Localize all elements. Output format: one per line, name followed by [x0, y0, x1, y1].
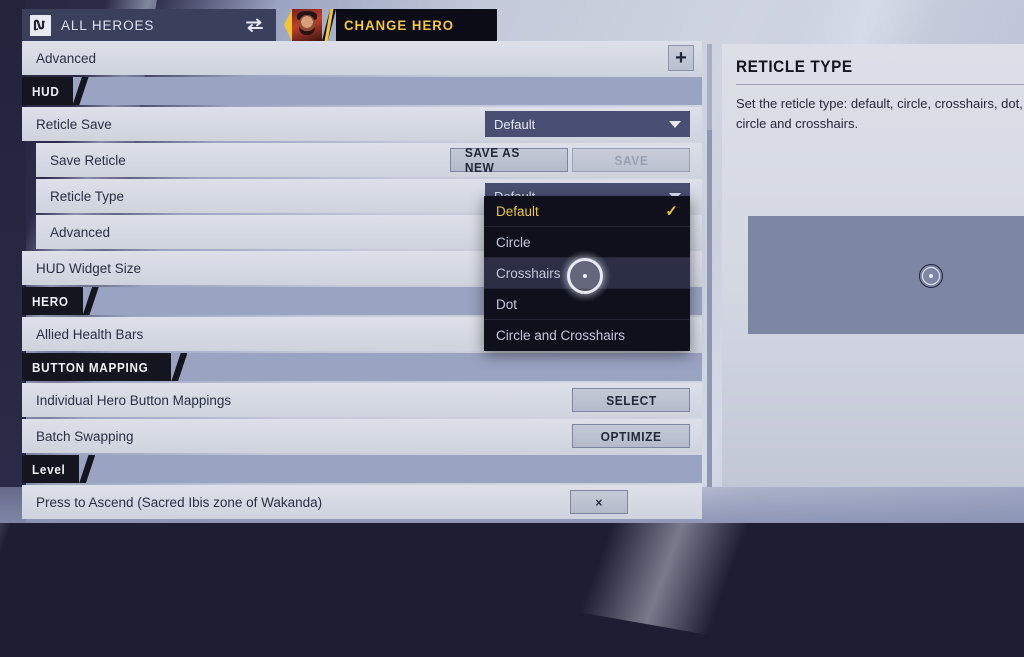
- keybind-control[interactable]: ×: [570, 490, 690, 514]
- section-slash: [171, 353, 188, 381]
- settings-row-label: Batch Swapping: [36, 428, 134, 444]
- change-hero-body[interactable]: CHANGE HERO: [336, 9, 498, 41]
- dropdown-menu-item-label: Default: [496, 203, 539, 219]
- chevron-down-icon: [669, 120, 681, 128]
- dropdown-menu-item[interactable]: Crosshairs: [484, 258, 690, 289]
- section-slash: [72, 77, 89, 105]
- row-action-button[interactable]: SELECT: [572, 388, 690, 412]
- swap-arrows-icon[interactable]: [245, 18, 264, 32]
- all-heroes-label: ALL HEROES: [61, 17, 155, 33]
- settings-row-label: Reticle Save: [36, 116, 112, 132]
- settings-row-label: Save Reticle: [50, 152, 126, 168]
- settings-scrollbar-thumb[interactable]: [707, 130, 712, 487]
- all-heroes-selector[interactable]: ALL HEROES: [22, 9, 276, 41]
- reticle-preview-box: [748, 216, 1024, 334]
- dropdown-menu-item[interactable]: Circle and Crosshairs: [484, 320, 690, 351]
- settings-scrollbar-track[interactable]: [707, 44, 712, 487]
- check-icon: ✓: [665, 203, 678, 220]
- change-hero-button[interactable]: CHANGE HERO: [284, 9, 498, 41]
- dropdown-menu-item-label: Crosshairs: [496, 265, 561, 281]
- settings-row-control: Default: [485, 111, 702, 137]
- settings-section-header: BUTTON MAPPING: [22, 353, 702, 381]
- settings-row-control: SAVE AS NEW SAVE: [450, 145, 702, 175]
- row-action-button[interactable]: OPTIMIZE: [572, 424, 690, 448]
- row-action-label: OPTIMIZE: [600, 428, 662, 444]
- save-button[interactable]: SAVE: [572, 148, 690, 172]
- settings-row-control: SELECT: [572, 388, 702, 412]
- settings-row[interactable]: Advanced +: [22, 41, 702, 75]
- dropdown-value: Default: [494, 116, 536, 132]
- info-panel-description: Set the reticle type: default, circle, c…: [736, 96, 1023, 132]
- section-label: Level: [32, 461, 66, 477]
- settings-row-label: Reticle Type: [50, 188, 125, 204]
- settings-row-control: +: [668, 45, 702, 71]
- section-label: BUTTON MAPPING: [32, 359, 149, 375]
- plus-icon[interactable]: +: [668, 45, 694, 71]
- setting-dropdown[interactable]: Default: [485, 111, 690, 137]
- nexus-glyph-icon: [30, 14, 51, 36]
- section-label: HUD: [32, 83, 60, 99]
- section-tag: Level: [22, 455, 80, 483]
- hero-portrait-avatar: [292, 9, 322, 41]
- save-as-new-button[interactable]: SAVE AS NEW: [450, 145, 568, 175]
- settings-row[interactable]: Save Reticle SAVE AS NEW SAVE: [36, 143, 702, 177]
- dropdown-menu-item[interactable]: Default ✓: [484, 196, 690, 227]
- settings-row-control: ×: [570, 490, 702, 514]
- dropdown-menu-item[interactable]: Circle: [484, 227, 690, 258]
- top-bar: ALL HEROES CHANGE HERO: [22, 9, 498, 41]
- dropdown-menu-item[interactable]: Dot: [484, 289, 690, 320]
- section-slash: [79, 455, 96, 483]
- info-panel-title: RETICLE TYPE: [736, 58, 853, 76]
- dropdown-menu-item-label: Circle and Crosshairs: [496, 328, 626, 343]
- settings-row-label: Individual Hero Button Mappings: [36, 392, 232, 408]
- keybind-value: ×: [595, 494, 603, 510]
- settings-row[interactable]: Reticle Save Default: [22, 107, 702, 141]
- info-panel-divider: [736, 84, 1024, 85]
- section-label: HERO: [32, 293, 69, 309]
- change-hero-label: CHANGE HERO: [344, 17, 455, 33]
- settings-row[interactable]: Press to Ascend (Sacred Ibis zone of Wak…: [22, 485, 702, 519]
- save-label: SAVE: [614, 152, 648, 168]
- settings-section-header: HUD: [22, 77, 702, 105]
- save-as-new-label: SAVE AS NEW: [464, 145, 520, 175]
- change-hero-slash-divider: [322, 9, 336, 41]
- settings-section-header: Level: [22, 455, 702, 483]
- section-tag: BUTTON MAPPING: [22, 353, 172, 381]
- settings-row-label: Press to Ascend (Sacred Ibis zone of Wak…: [36, 494, 323, 510]
- section-tag: HUD: [22, 77, 73, 105]
- dropdown-menu-item-label: Dot: [496, 296, 518, 312]
- keybind-button[interactable]: ×: [570, 490, 628, 514]
- settings-row-label: Advanced: [36, 50, 97, 66]
- info-panel: RETICLE TYPE Set the reticle type: defau…: [722, 44, 1024, 487]
- settings-row[interactable]: Individual Hero Button Mappings SELECT: [22, 383, 702, 417]
- section-tag: HERO: [22, 287, 83, 315]
- reticle-type-dropdown-menu[interactable]: Default ✓ Circle Crosshairs Dot Circle and Cr…: [484, 196, 690, 351]
- settings-row-control: OPTIMIZE: [572, 424, 702, 448]
- row-action-label: SELECT: [605, 392, 657, 408]
- section-slash: [82, 287, 99, 315]
- change-hero-notch: [284, 9, 292, 41]
- dropdown-menu-item-label: Circle: [496, 234, 531, 250]
- settings-row[interactable]: Batch Swapping OPTIMIZE: [22, 419, 702, 453]
- reticle-circle-dot-preview: [919, 264, 943, 288]
